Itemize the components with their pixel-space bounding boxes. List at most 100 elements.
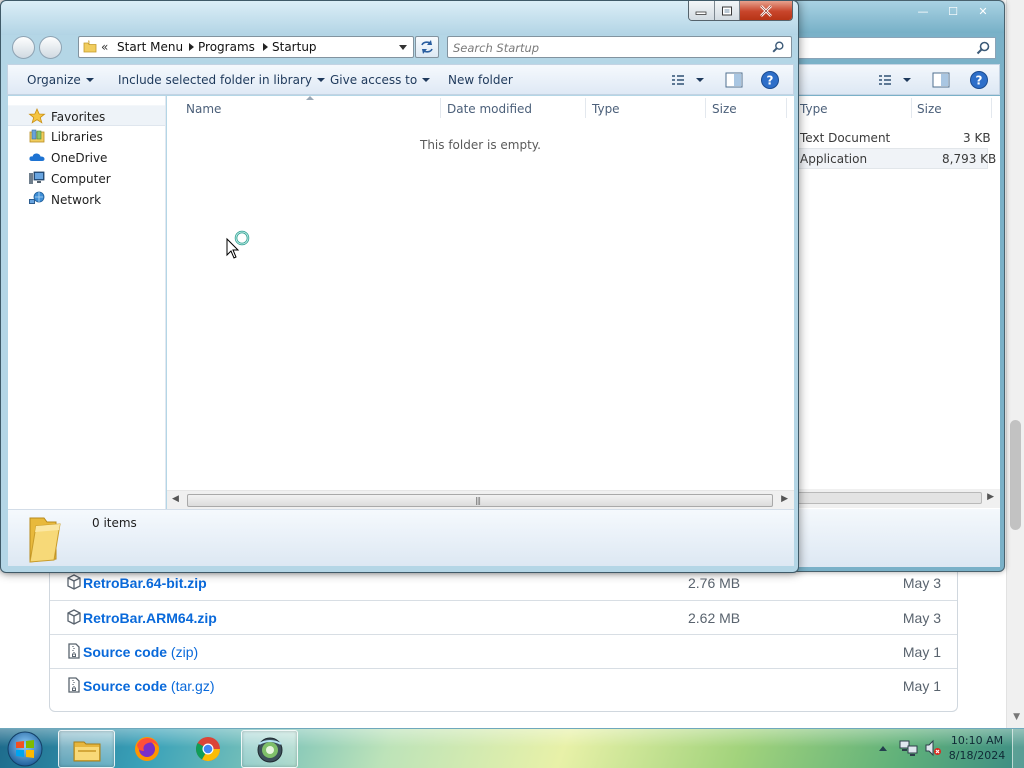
window-controls	[688, 1, 793, 21]
view-options-icon[interactable]	[668, 71, 710, 89]
asset-row[interactable]: RetroBar.ARM64.zip 2.62 MB May 3	[50, 600, 957, 634]
breadcrumb-arrow-icon[interactable]	[263, 43, 268, 51]
items-count: 0 items	[92, 516, 137, 530]
help-icon[interactable]: ?	[969, 70, 989, 90]
address-bar[interactable]: « Start Menu Programs Startup	[78, 36, 414, 58]
file-type: Text Document	[800, 131, 891, 145]
system-clock[interactable]: 10:10 AM 8/18/2024	[946, 733, 1008, 763]
browser-scrollbar[interactable]: ▼	[1006, 0, 1024, 728]
volume-muted-icon[interactable]	[924, 739, 942, 757]
organize-button[interactable]: Organize	[27, 73, 94, 87]
scroll-thumb[interactable]: |||	[187, 494, 773, 507]
nav-label: OneDrive	[51, 151, 108, 165]
column-separator	[991, 98, 992, 118]
navigation-pane: Favorites Libraries OneDrive Computer Ne…	[8, 96, 166, 509]
close-icon[interactable]: ✕	[968, 3, 998, 21]
chevron-down-icon	[316, 78, 325, 82]
view-options-icon[interactable]	[875, 71, 917, 89]
show-desktop-button[interactable]	[1012, 729, 1024, 768]
column-header-size[interactable]: Size	[712, 102, 737, 116]
asset-name-link[interactable]: RetroBar.ARM64.zip	[83, 610, 217, 626]
nav-item-onedrive[interactable]: OneDrive	[8, 147, 165, 168]
file-size: 3 KB	[963, 131, 991, 145]
taskbar-firefox-button[interactable]	[119, 730, 176, 768]
asset-name-link[interactable]: Source code (tar.gz)	[83, 678, 215, 694]
background-search-box[interactable]	[782, 37, 996, 59]
back-arrow-icon[interactable]	[10, 35, 37, 60]
network-tray-icon[interactable]	[899, 739, 919, 757]
column-header-name[interactable]: Name	[186, 102, 221, 116]
taskbar: 10:10 AM 8/18/2024	[0, 728, 1024, 768]
organize-label: Organize	[27, 73, 81, 87]
preview-pane-icon[interactable]	[931, 71, 951, 89]
asset-name-suffix: (tar.gz)	[170, 678, 215, 694]
column-separator[interactable]	[440, 98, 441, 118]
breadcrumb-overflow[interactable]: «	[101, 40, 108, 54]
start-orb-icon[interactable]	[5, 730, 45, 768]
nav-label: Network	[51, 193, 102, 207]
asset-row[interactable]: Source code (tar.gz) May 1	[50, 668, 957, 702]
column-separator[interactable]	[786, 98, 787, 118]
clock-date: 8/18/2024	[948, 749, 1006, 762]
file-list-pane[interactable]: Name Date modified Type Size This folder…	[167, 96, 794, 490]
background-window-controls: — ☐ ✕	[908, 3, 998, 21]
search-box[interactable]	[447, 36, 792, 58]
svg-text:?: ?	[976, 74, 983, 88]
maximize-button[interactable]	[714, 1, 741, 20]
asset-name-link[interactable]: RetroBar.64-bit.zip	[83, 575, 207, 591]
scroll-down-arrow-icon[interactable]: ▼	[1013, 712, 1020, 722]
retrobar-icon	[257, 737, 283, 763]
column-header-type[interactable]: Type	[800, 102, 828, 116]
maximize-icon[interactable]: ☐	[938, 3, 968, 21]
taskbar-chrome-button[interactable]	[180, 730, 237, 768]
explorer-icon	[73, 741, 101, 762]
asset-row[interactable]: Source code (zip) May 1	[50, 634, 957, 668]
breadcrumb-arrow-icon[interactable]	[189, 43, 194, 51]
minimize-icon[interactable]: —	[908, 3, 938, 21]
breadcrumb-start-menu[interactable]: Start Menu	[117, 40, 183, 54]
asset-name-main: Source code	[83, 678, 168, 694]
scroll-left-arrow-icon[interactable]: ◀	[172, 494, 179, 504]
taskbar-retrobar-button[interactable]	[241, 730, 298, 768]
package-icon	[67, 574, 81, 590]
taskbar-explorer-button[interactable]	[58, 730, 115, 768]
nav-item-libraries[interactable]: Libraries	[8, 126, 165, 147]
file-size: 8,793 KB	[942, 152, 997, 166]
include-in-library-button[interactable]: Include selected folder in library	[118, 73, 325, 87]
breadcrumb-startup[interactable]: Startup	[272, 40, 317, 54]
search-icon[interactable]	[771, 40, 785, 54]
preview-pane-icon[interactable]	[724, 71, 744, 89]
asset-size: 2.76 MB	[688, 575, 741, 591]
explorer-window-startup[interactable]: « Start Menu Programs Startup Organize I…	[0, 0, 799, 573]
asset-name-link[interactable]: Source code (zip)	[83, 644, 198, 660]
horizontal-scrollbar[interactable]: ◀ ||| ▶	[167, 490, 794, 509]
column-header-type[interactable]: Type	[592, 102, 620, 116]
asset-date: May 1	[902, 678, 941, 694]
scroll-right-arrow-icon[interactable]: ▶	[781, 494, 788, 504]
browser-scroll-thumb[interactable]	[1010, 420, 1021, 530]
asset-date: May 3	[902, 610, 941, 626]
nav-item-network[interactable]: Network	[8, 189, 165, 210]
new-folder-button[interactable]: New folder	[448, 73, 513, 87]
column-header-size[interactable]: Size	[917, 102, 942, 116]
give-access-button[interactable]: Give access to	[330, 73, 431, 87]
scroll-right-arrow-icon[interactable]: ▶	[987, 492, 994, 502]
nav-item-computer[interactable]: Computer	[8, 168, 165, 189]
close-button[interactable]	[740, 1, 792, 20]
column-separator[interactable]	[585, 98, 586, 118]
help-icon[interactable]: ?	[760, 70, 780, 90]
firefox-icon	[135, 737, 159, 761]
breadcrumb-programs[interactable]: Programs	[198, 40, 255, 54]
search-input[interactable]	[453, 40, 753, 55]
file-zip-icon	[68, 643, 80, 659]
asset-name-suffix: (zip)	[170, 644, 199, 660]
refresh-button[interactable]	[415, 36, 439, 58]
show-hidden-icons-icon[interactable]	[879, 746, 887, 751]
column-header-date-modified[interactable]: Date modified	[447, 102, 532, 116]
forward-arrow-icon[interactable]	[37, 35, 64, 60]
window-title-bar[interactable]	[1, 1, 798, 35]
minimize-button[interactable]	[689, 1, 715, 20]
address-history-dropdown-icon[interactable]	[399, 45, 407, 50]
column-separator[interactable]	[705, 98, 706, 118]
nav-item-favorites[interactable]: Favorites	[8, 105, 165, 126]
